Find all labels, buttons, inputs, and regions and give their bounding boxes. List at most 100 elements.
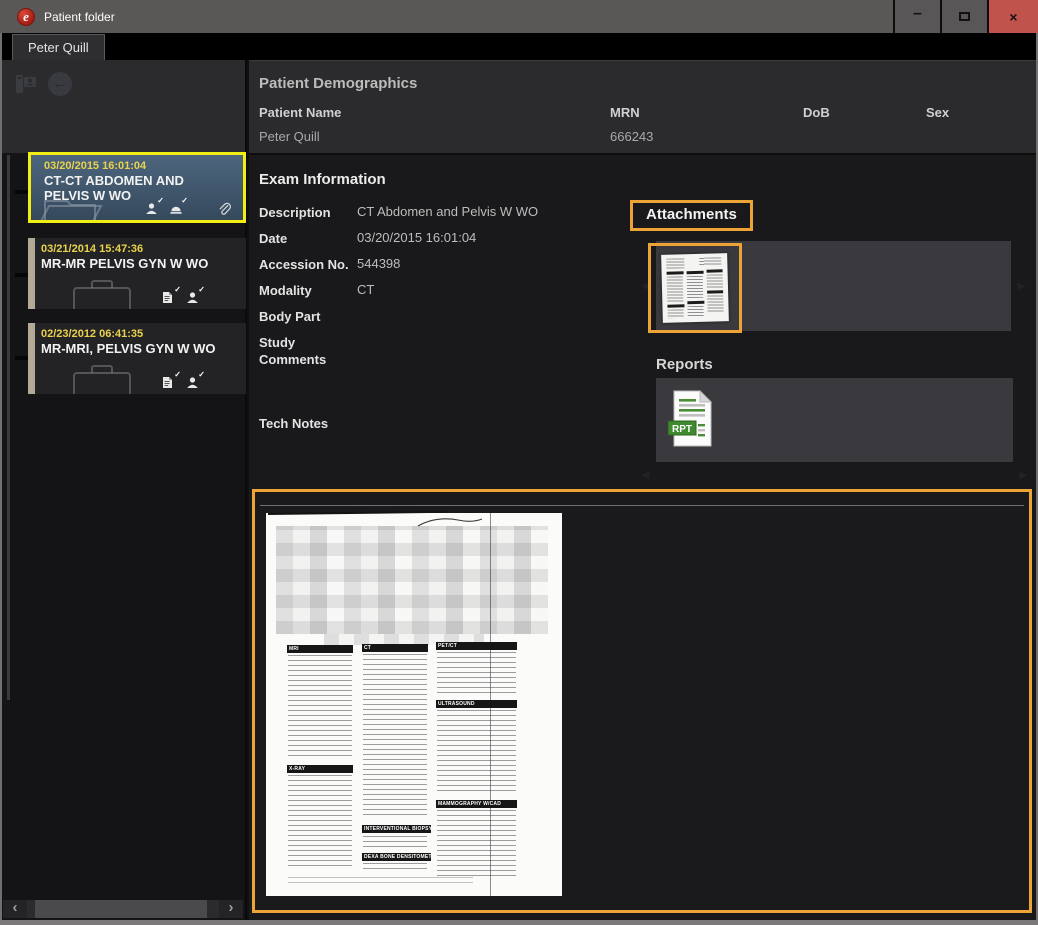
tab-peter-quill[interactable]: Peter Quill [12, 34, 105, 60]
timeline-tick [15, 273, 29, 277]
form-section-mammography: MAMMOGRAPHY W/CAD [436, 800, 517, 808]
demographics-title: Patient Demographics [259, 75, 417, 92]
annotation-box-attachments: Attachments [630, 200, 753, 231]
person-check-icon: ✓ [145, 202, 159, 215]
exam-item-mri-pelvis[interactable]: 02/23/2012 06:41:35 MR-MRI, PELVIS GYN W… [28, 323, 246, 394]
exam-item-ct-abdomen[interactable]: 03/20/2015 16:01:04 CT-CT ABDOMEN AND PE… [28, 152, 246, 223]
exam-info-row-date: Date 03/20/2015 16:01:04 [259, 225, 631, 251]
next-glyph: ► [1015, 278, 1028, 293]
demographics-col-patient-name: Patient Name Peter Quill [259, 105, 341, 144]
window-border-left [0, 33, 2, 925]
attachment-thumbnail[interactable] [661, 253, 729, 323]
form-text-lines [363, 836, 427, 848]
demographics-col-sex: Sex [926, 105, 949, 129]
exam-accent-strip [28, 238, 35, 309]
form-text-lines [363, 863, 427, 873]
window-controls: – × [893, 0, 1038, 33]
form-section-xray: X-RAY [287, 765, 353, 773]
patient-demographics-panel: Patient Demographics Patient Name Peter … [249, 60, 1038, 155]
back-arrow-glyph: ← [53, 75, 68, 92]
report-rpt-icon[interactable]: RPT [668, 390, 714, 448]
redacted-patient-info-blur [276, 526, 548, 634]
exam-status-icons: ✓ ✓ [145, 202, 231, 215]
row-value: CT Abdomen and Pelvis W WO [357, 199, 631, 225]
exam-details-panel: Exam Information Description CT Abdomen … [249, 155, 1038, 488]
patient-card-icon[interactable] [13, 71, 39, 97]
check-glyph: ✓ [198, 370, 205, 379]
exam-accent-strip [28, 323, 35, 394]
row-label: Modality [259, 277, 357, 303]
exam-info-row-body-part: Body Part [259, 303, 631, 329]
row-label: Accession No. [259, 251, 357, 277]
row-value [357, 303, 631, 329]
form-section-ct: CT [362, 644, 428, 652]
timeline-tick [15, 356, 29, 360]
patient-folder-window: e Patient folder – × Peter Quill ← [0, 0, 1038, 925]
scroll-left-button[interactable]: ‹ [3, 900, 27, 918]
scrollbar-thumb[interactable] [35, 900, 207, 918]
back-icon[interactable]: ← [48, 72, 72, 96]
content-area: Patient Demographics Patient Name Peter … [249, 60, 1038, 925]
titlebar: e Patient folder – × [0, 0, 1038, 33]
exam-info-row-description: Description CT Abdomen and Pelvis W WO [259, 199, 631, 225]
exam-info-row-accession: Accession No. 544398 [259, 251, 631, 277]
demographics-col-dob: DoB [803, 105, 830, 129]
minimize-icon: – [913, 5, 922, 23]
scrollbar-track[interactable] [27, 900, 219, 918]
scroll-right-icon: › [229, 899, 234, 916]
form-text-lines [288, 775, 352, 867]
exam-title: MR-MRI, PELVIS GYN W WO [41, 341, 234, 356]
attachment-document-preview: MRI CT PET/CT ULTRASOUND X-RAY MAMMOGRAP… [266, 513, 562, 896]
row-value: CT [357, 277, 631, 303]
close-button[interactable]: × [987, 0, 1038, 33]
paperclip-icon [217, 202, 231, 215]
column-value: Peter Quill [259, 129, 341, 144]
form-text-lines [288, 655, 352, 757]
next-glyph: ► [1017, 467, 1030, 482]
form-section-dexa: DEXA BONE DENSITOMETRY [362, 853, 431, 861]
briefcase-icon [70, 362, 134, 394]
column-label: DoB [803, 105, 830, 120]
maximize-icon [959, 12, 970, 21]
row-label: Description [259, 199, 357, 225]
column-value: 666243 [610, 129, 653, 144]
briefcase-icon [70, 277, 134, 309]
scroll-left-icon: ‹ [13, 899, 18, 916]
form-section-interventional-biopsy: INTERVENTIONAL BIOPSY [362, 825, 431, 833]
rpt-badge-text: RPT [672, 424, 692, 435]
row-label: Tech Notes [259, 410, 357, 436]
sidebar-toolbar: ← [0, 60, 245, 153]
window-title: Patient folder [44, 10, 115, 24]
minimize-button[interactable]: – [893, 0, 940, 33]
column-label: Sex [926, 105, 949, 120]
document-check-icon: ✓ [162, 291, 176, 304]
prev-glyph: ◄ [639, 467, 652, 482]
bell-check-icon: ✓ [169, 202, 183, 215]
check-glyph: ✓ [181, 196, 188, 205]
tab-bar: Peter Quill [0, 33, 1038, 60]
exam-date: 03/20/2015 16:01:04 [44, 160, 243, 172]
exam-info-rows: Description CT Abdomen and Pelvis W WO D… [259, 199, 631, 436]
main-area: ← 03/20/2015 16:01:04 CT-CT ABDOMEN AND … [0, 60, 1038, 925]
row-value [357, 410, 631, 436]
form-section-ultrasound: ULTRASOUND [436, 700, 517, 708]
timeline-tick [15, 190, 29, 194]
demographics-col-mrn: MRN 666243 [610, 105, 653, 144]
check-glyph: ✓ [174, 370, 181, 379]
preview-divider [260, 505, 1024, 506]
reports-next-icon[interactable]: ► [1017, 467, 1030, 482]
scroll-right-button[interactable]: › [219, 900, 243, 918]
check-glyph: ✓ [174, 285, 181, 294]
exam-item-mr-pelvis[interactable]: 03/21/2014 15:47:36 MR-MR PELVIS GYN W W… [28, 238, 246, 309]
reports-prev-icon[interactable]: ◄ [639, 467, 652, 482]
person-check-icon: ✓ [186, 291, 200, 304]
row-label: Body Part [259, 303, 357, 329]
exam-date: 03/21/2014 15:47:36 [41, 243, 246, 255]
exam-info-row-modality: Modality CT [259, 277, 631, 303]
attachments-next-icon[interactable]: ► [1015, 278, 1028, 293]
window-border-bottom [0, 920, 1038, 925]
maximize-button[interactable] [940, 0, 987, 33]
exam-info-row-tech-notes: Tech Notes [259, 410, 631, 436]
open-folder-icon [39, 192, 117, 222]
form-text-lines [437, 652, 516, 696]
